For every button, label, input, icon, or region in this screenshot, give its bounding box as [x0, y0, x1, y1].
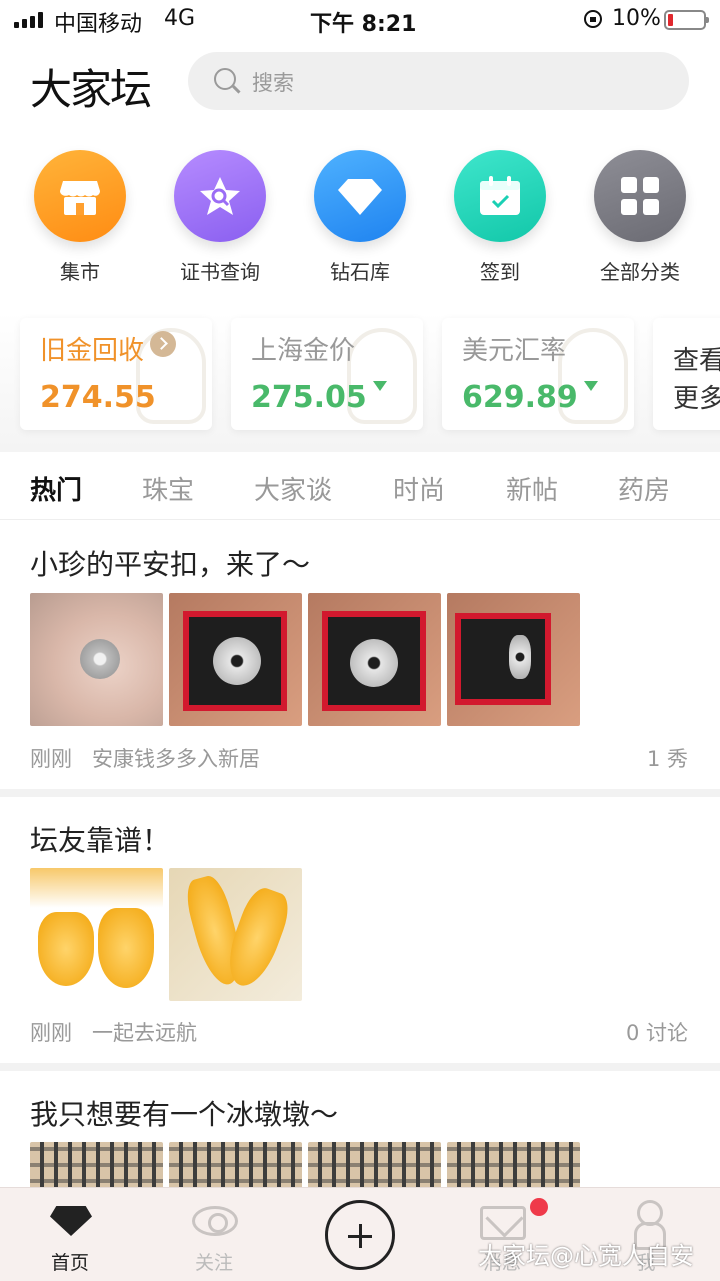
- network-type: 4G: [164, 6, 196, 31]
- card-title: 美元汇率: [462, 336, 567, 366]
- shop-icon: [34, 150, 126, 242]
- quick-action-certificate[interactable]: 证书查询: [150, 150, 290, 285]
- post-image[interactable]: [447, 593, 580, 726]
- post-image[interactable]: [447, 1142, 580, 1187]
- tab-pharmacy[interactable]: 药房: [618, 470, 670, 507]
- nav-label: 关注: [194, 1252, 233, 1274]
- card-value: 275.05: [251, 380, 367, 415]
- nav-follow[interactable]: 关注: [144, 1188, 284, 1281]
- signal-icon: [14, 12, 43, 28]
- category-tabs: 热门 珠宝 大家谈 时尚 新帖 药房: [0, 452, 720, 520]
- tab-discussion[interactable]: 大家谈: [254, 470, 332, 507]
- post-title: 小珍的平安扣，来了～: [30, 548, 311, 581]
- price-cards: 旧金回收 274.55 上海金价 275.05 美元汇率 629.89 查看 更…: [0, 312, 720, 452]
- post-time: 刚刚: [30, 747, 72, 771]
- post-images: [30, 1142, 580, 1187]
- search-placeholder: 搜索: [252, 71, 294, 95]
- card-title: 上海金价: [251, 336, 356, 366]
- price-card-shanghai-gold[interactable]: 上海金价 275.05: [231, 318, 423, 430]
- card-value: 274.55: [40, 380, 156, 415]
- calendar-check-icon: [454, 150, 546, 242]
- feed-post[interactable]: 坛友靠谱！ 刚刚 一起去远航 0 讨论: [0, 797, 720, 1063]
- post-image[interactable]: [308, 1142, 441, 1187]
- post-image[interactable]: [30, 868, 163, 1001]
- search-icon: [214, 68, 236, 90]
- quick-action-label: 钻石库: [330, 260, 390, 284]
- certificate-star-icon: [174, 150, 266, 242]
- quick-action-diamond-library[interactable]: 钻石库: [290, 150, 430, 285]
- plus-icon[interactable]: [325, 1200, 395, 1270]
- price-card-gold-recycle[interactable]: 旧金回收 274.55: [20, 318, 212, 430]
- tab-new-posts[interactable]: 新帖: [506, 470, 558, 507]
- battery-percent: 10%: [612, 6, 661, 31]
- quick-action-label: 证书查询: [180, 260, 260, 284]
- card-value: 629.89: [462, 380, 578, 415]
- watermark: 大家坛@心宽人自安: [478, 1242, 694, 1270]
- rotation-lock-icon: [584, 10, 602, 28]
- card-more-line2: 更多: [673, 384, 720, 414]
- mail-icon: [480, 1206, 526, 1240]
- quick-action-label: 全部分类: [600, 260, 680, 284]
- down-arrow-icon: [583, 381, 598, 391]
- post-images: [30, 868, 302, 1001]
- quick-action-market[interactable]: 集市: [10, 150, 150, 285]
- post-stat: 0 讨论: [625, 1021, 688, 1045]
- post-image[interactable]: [169, 868, 302, 1001]
- card-title: 旧金回收: [40, 336, 145, 366]
- carrier: 中国移动: [54, 12, 143, 37]
- quick-action-label: 签到: [480, 260, 520, 284]
- post-title: 我只想要有一个冰墩墩～: [30, 1098, 339, 1131]
- post-image[interactable]: [169, 1142, 302, 1187]
- chevron-right-icon: [150, 331, 177, 357]
- card-more-line1: 查看: [673, 346, 720, 376]
- app-logo: 大家坛: [30, 65, 152, 114]
- post-images: [30, 593, 580, 726]
- grid-icon: [594, 150, 686, 242]
- post-title: 坛友靠谱！: [30, 824, 171, 857]
- home-diamond-icon: [50, 1206, 92, 1236]
- post-time: 刚刚: [30, 1021, 72, 1045]
- clock: 下午 8:21: [310, 12, 417, 37]
- post-image[interactable]: [30, 1142, 163, 1187]
- post-author[interactable]: 安康钱多多入新居: [92, 747, 260, 771]
- diamond-icon: [314, 150, 406, 242]
- divider: [0, 789, 720, 797]
- post-image[interactable]: [169, 593, 302, 726]
- post-stat: 1 秀: [646, 747, 688, 771]
- tab-hot[interactable]: 热门: [30, 470, 82, 507]
- search-bar[interactable]: 搜索: [188, 52, 689, 110]
- divider: [0, 1063, 720, 1071]
- nav-label: 首页: [50, 1252, 89, 1274]
- post-image[interactable]: [30, 593, 163, 726]
- tab-jewelry[interactable]: 珠宝: [142, 470, 194, 507]
- price-card-usd-rate[interactable]: 美元汇率 629.89: [442, 318, 634, 430]
- tab-fashion[interactable]: 时尚: [393, 470, 445, 507]
- nav-home[interactable]: 首页: [0, 1188, 140, 1281]
- eye-icon: [192, 1206, 238, 1236]
- notification-badge: [530, 1198, 548, 1216]
- post-author[interactable]: 一起去远航: [92, 1021, 197, 1045]
- quick-action-checkin[interactable]: 签到: [430, 150, 570, 285]
- price-card-more[interactable]: 查看 更多: [653, 318, 720, 430]
- post-image[interactable]: [308, 593, 441, 726]
- down-arrow-icon: [372, 381, 387, 391]
- quick-action-all-categories[interactable]: 全部分类: [570, 150, 710, 285]
- feed-post[interactable]: 小珍的平安扣，来了～ 刚刚 安康钱多多入新居 1 秀: [0, 521, 720, 789]
- quick-action-label: 集市: [60, 260, 100, 284]
- battery-icon: [664, 10, 709, 30]
- status-bar: 中国移动 4G 下午 8:21 10%: [0, 0, 720, 40]
- feed-post[interactable]: 我只想要有一个冰墩墩～: [0, 1071, 720, 1187]
